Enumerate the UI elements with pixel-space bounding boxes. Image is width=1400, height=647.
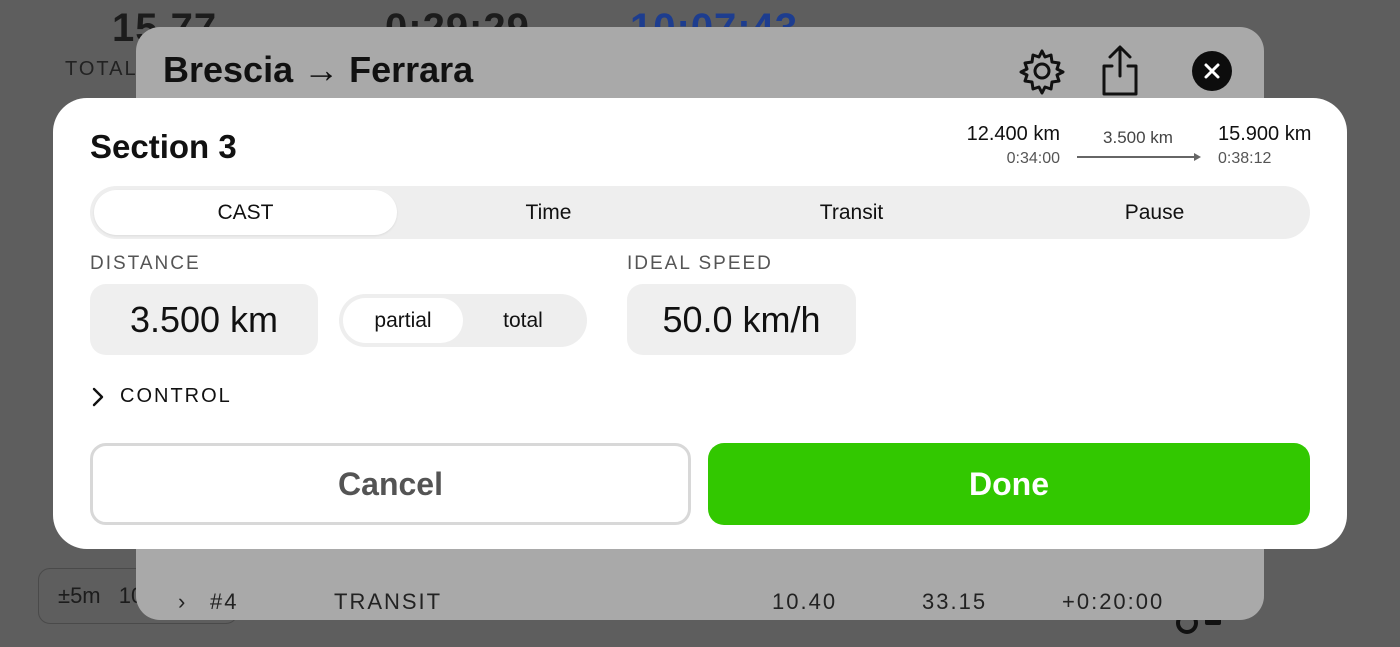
cancel-button[interactable]: Cancel — [90, 443, 691, 525]
row-index: #4 — [210, 589, 239, 614]
range-end-km: 15.900 km — [1218, 123, 1312, 145]
distance-label: DISTANCE — [90, 253, 201, 274]
toggle-partial[interactable]: partial — [343, 298, 463, 343]
done-button[interactable]: Done — [708, 443, 1310, 525]
share-button[interactable] — [1094, 43, 1146, 99]
tab-time[interactable]: Time — [397, 190, 700, 235]
offset-text: ±5m 10 — [58, 583, 143, 609]
distance-mode-toggle: partial total — [339, 294, 587, 347]
ideal-speed-label: IDEAL SPEED — [627, 253, 773, 274]
gear-icon — [1019, 49, 1065, 95]
settings-button[interactable] — [1016, 45, 1068, 97]
toggle-total[interactable]: total — [463, 298, 583, 343]
range-span: 3.500 km — [1103, 128, 1173, 147]
row-speed: 33.15 — [922, 589, 988, 614]
range-start-time: 0:34:00 — [1006, 150, 1060, 167]
arrow-right-icon — [1077, 153, 1201, 161]
row-chevron-icon: › — [178, 589, 188, 614]
range-start-km: 12.400 km — [966, 123, 1060, 145]
section-title: Section 3 — [90, 128, 237, 165]
route-title: Brescia → Ferrara — [163, 49, 474, 90]
distance-field[interactable]: 3.500 km — [90, 284, 318, 355]
row-type: TRANSIT — [334, 589, 443, 614]
offset-value: ±5m — [58, 583, 101, 608]
tab-cast[interactable]: CAST — [94, 190, 397, 235]
tab-pause[interactable]: Pause — [1003, 190, 1306, 235]
tab-transit[interactable]: Transit — [700, 190, 1003, 235]
control-label: CONTROL — [120, 385, 232, 407]
total-label: TOTAL — [65, 58, 138, 80]
share-icon — [1102, 45, 1138, 96]
ideal-speed-field[interactable]: 50.0 km/h — [627, 284, 856, 355]
row-time: +0:20:00 — [1062, 589, 1165, 614]
range-end-time: 0:38:12 — [1218, 150, 1272, 167]
section-type-tabs: CAST Time Transit Pause — [90, 186, 1310, 239]
control-disclosure[interactable]: CONTROL — [90, 385, 232, 408]
chevron-right-icon — [92, 387, 104, 406]
close-button[interactable] — [1192, 51, 1232, 91]
close-icon — [1204, 63, 1220, 79]
section-modal: Section 3 12.400 km 0:34:00 3.500 km 15.… — [53, 98, 1347, 549]
row-distance: 10.40 — [772, 589, 838, 614]
